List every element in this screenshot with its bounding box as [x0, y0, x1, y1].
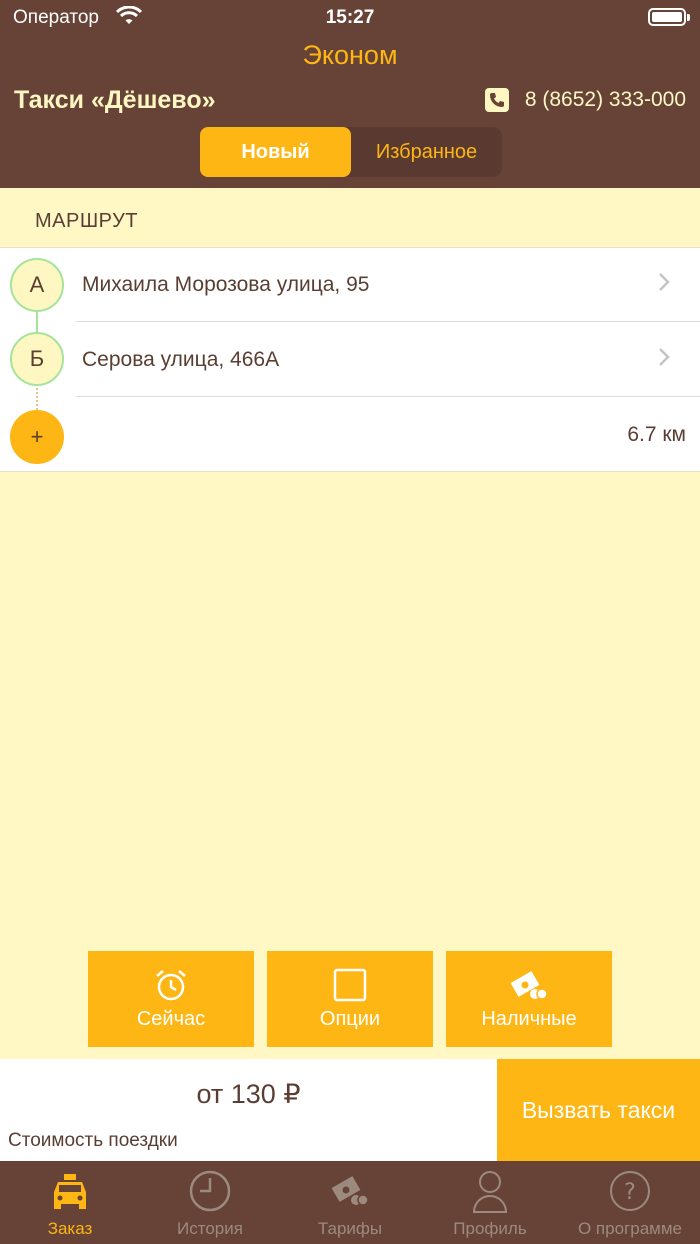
tab-history[interactable]: История: [140, 1161, 280, 1244]
clock-label: 15:27: [325, 7, 375, 28]
tab-label: О программе: [577, 1219, 682, 1238]
tab-profile[interactable]: Профиль: [420, 1161, 560, 1244]
route-list: Михаила Морозова улица, 95 Серова улица,…: [0, 247, 700, 472]
order-footer: от 130 ₽ Стоимость поездки Вызвать такси: [0, 1059, 700, 1161]
header: Оператор 15:27 Эконом Такси «Дёшево» 8 (…: [0, 0, 700, 188]
checkbox-icon: [333, 968, 367, 1001]
tab-label: Профиль: [453, 1219, 527, 1238]
chevron-right-icon: [658, 347, 670, 373]
tab-label: Тарифы: [317, 1219, 383, 1238]
route-address: Михаила Морозова улица, 95: [82, 272, 370, 296]
cash-icon: [510, 970, 548, 1000]
route-point-b[interactable]: Серова улица, 466А: [76, 323, 700, 397]
route-connector-dotted: [36, 388, 38, 410]
tab-about[interactable]: ? О программе: [560, 1161, 700, 1244]
option-label: Наличные: [481, 1007, 577, 1030]
phone-icon: [484, 88, 509, 112]
call-taxi-button[interactable]: Вызвать такси: [497, 1059, 700, 1161]
tab-tariffs[interactable]: Тарифы: [280, 1161, 420, 1244]
option-label: Сейчас: [136, 1007, 206, 1030]
tab-bar: Заказ История Тарифы Профиль ? О програм…: [0, 1161, 700, 1244]
phone-link[interactable]: 8 (8652) 333-000: [484, 88, 686, 112]
segment-favorites[interactable]: Избранное: [351, 127, 502, 177]
alarm-clock-icon: [156, 969, 186, 1000]
battery-icon: [648, 8, 690, 26]
add-point-button[interactable]: +: [10, 410, 64, 464]
segment-new[interactable]: Новый: [200, 127, 351, 177]
tab-label: Заказ: [47, 1219, 93, 1238]
company-name: Такси «Дёшево»: [14, 86, 216, 114]
svg-text:?: ?: [624, 1180, 636, 1205]
route-section-title: МАРШРУТ: [35, 210, 138, 232]
time-option-button[interactable]: Сейчас: [88, 951, 254, 1047]
phone-number: 8 (8652) 333-000: [524, 88, 686, 111]
option-label: Опции: [319, 1007, 381, 1030]
extras-option-button[interactable]: Опции: [267, 951, 433, 1047]
chevron-right-icon: [658, 272, 670, 298]
status-bar: Оператор 15:27: [0, 0, 700, 36]
marker-a: А: [10, 258, 64, 312]
trip-price-label: Стоимость поездки: [8, 1130, 178, 1151]
taxi-icon: [48, 1169, 92, 1213]
route-point-a[interactable]: Михаила Морозова улица, 95: [76, 248, 700, 322]
route-address: Серова улица, 466А: [82, 347, 280, 371]
clock-icon: [188, 1169, 232, 1213]
trip-price: от 130 ₽: [196, 1079, 301, 1109]
route-connector: [36, 312, 38, 332]
marker-b: Б: [10, 332, 64, 386]
tab-order[interactable]: Заказ: [0, 1161, 140, 1244]
route-distance: 6.7 км: [627, 423, 686, 446]
help-icon: ?: [608, 1169, 652, 1213]
order-options: Сейчас Опции Наличные: [88, 951, 612, 1047]
payment-option-button[interactable]: Наличные: [446, 951, 612, 1047]
tab-label: История: [177, 1219, 243, 1238]
tariff-icon: [328, 1169, 372, 1213]
order-segment-control: Новый Избранное: [200, 127, 502, 177]
profile-icon: [468, 1169, 512, 1213]
tariff-title[interactable]: Эконом: [0, 40, 700, 71]
